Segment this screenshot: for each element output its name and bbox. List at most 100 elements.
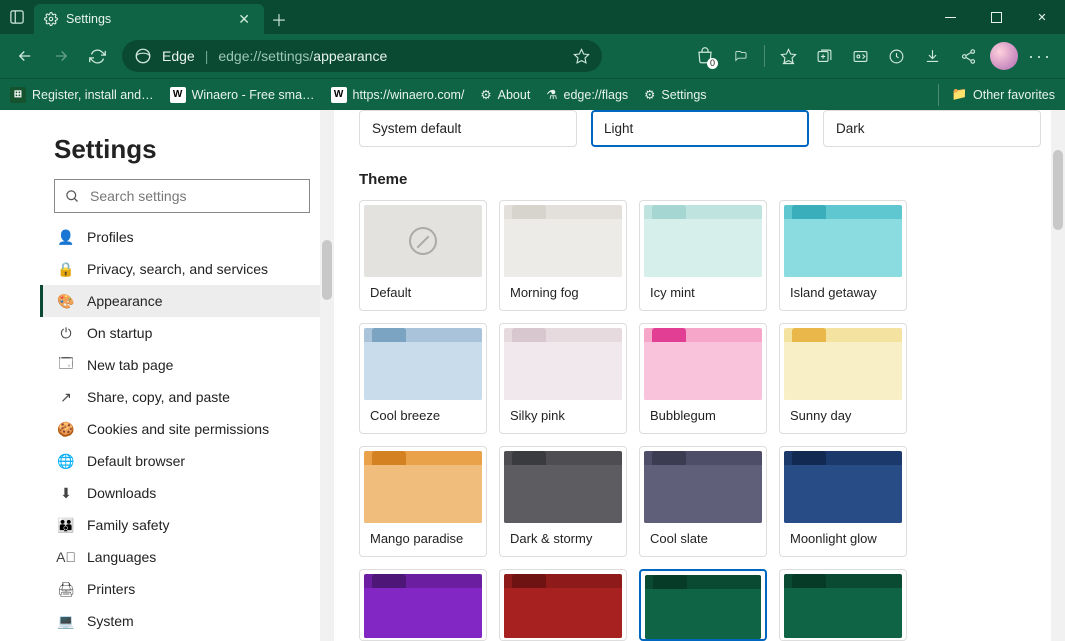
page-title: Settings <box>0 134 334 179</box>
sidebar-item-cookies-and-site-permissions[interactable]: 🍪Cookies and site permissions <box>40 413 334 445</box>
bookmark-item[interactable]: ⊞Register, install and… <box>10 87 154 103</box>
back-button[interactable] <box>8 39 42 73</box>
theme-card-unnamed[interactable] <box>639 569 767 641</box>
maximize-button[interactable] <box>973 0 1019 34</box>
theme-card-moonlight-glow[interactable]: Moonlight glow <box>779 446 907 557</box>
flask-icon: ⚗ <box>546 87 557 102</box>
address-bar[interactable]: Edge | edge://settings/appearance <box>122 40 602 72</box>
nav-label: Printers <box>87 581 135 597</box>
new-tab-button[interactable]: ＋ <box>264 4 294 34</box>
scrollbar-thumb[interactable] <box>1053 150 1063 230</box>
mode-card-dark[interactable]: Dark <box>823 110 1041 147</box>
folder-icon: 📁 <box>951 87 967 102</box>
gear-icon: ⚙ <box>644 87 655 102</box>
nav-icon: 👤 <box>57 229 75 246</box>
downloads-icon[interactable] <box>915 39 949 73</box>
theme-card-morning-fog[interactable]: Morning fog <box>499 200 627 311</box>
minimize-button[interactable] <box>927 0 973 34</box>
search-input[interactable]: Search settings <box>54 179 310 213</box>
nav-label: On startup <box>87 325 152 341</box>
scrollbar-thumb[interactable] <box>322 240 332 300</box>
sidebar-item-languages[interactable]: A゙Languages <box>40 541 334 573</box>
sidebar-item-system[interactable]: 💻System <box>40 605 334 637</box>
nav-label: Default browser <box>87 453 185 469</box>
theme-swatch <box>504 205 622 277</box>
profile-avatar[interactable] <box>987 39 1021 73</box>
bookmark-label: edge://flags <box>564 88 629 102</box>
sidebar-item-on-startup[interactable]: ⏻On startup <box>40 317 334 349</box>
screenshot-icon[interactable] <box>843 39 877 73</box>
theme-swatch <box>504 451 622 523</box>
sidebar-item-privacy-search-and-services[interactable]: 🔒Privacy, search, and services <box>40 253 334 285</box>
sidebar-item-family-safety[interactable]: 👪Family safety <box>40 509 334 541</box>
nav-label: Appearance <box>87 293 163 309</box>
theme-card-silky-pink[interactable]: Silky pink <box>499 323 627 434</box>
sidebar-item-profiles[interactable]: 👤Profiles <box>40 221 334 253</box>
bookmark-item[interactable]: ⚙About <box>480 87 530 102</box>
tab-actions-icon[interactable] <box>6 6 28 28</box>
sidebar-item-new-tab-page[interactable]: 🗔New tab page <box>40 349 334 381</box>
theme-swatch <box>364 574 482 638</box>
sidebar-item-downloads[interactable]: ⬇Downloads <box>40 477 334 509</box>
refresh-button[interactable] <box>80 39 114 73</box>
nav-label: Share, copy, and paste <box>87 389 230 405</box>
bookmark-item[interactable]: ⚙Settings <box>644 87 706 102</box>
mode-row: System default Light Dark <box>359 110 1041 147</box>
url-page: appearance <box>313 48 387 64</box>
nav-icon: ⬇ <box>57 485 75 502</box>
theme-card-sunny-day[interactable]: Sunny day <box>779 323 907 434</box>
sidebar-item-appearance[interactable]: 🎨Appearance <box>40 285 334 317</box>
collections-icon[interactable] <box>807 39 841 73</box>
scrollbar[interactable] <box>320 110 334 641</box>
theme-label: Cool breeze <box>360 400 486 433</box>
page-content: Settings Search settings 👤Profiles🔒Priva… <box>0 110 1065 641</box>
mode-card-system-default[interactable]: System default <box>359 110 577 147</box>
more-menu-icon[interactable]: ··· <box>1023 39 1057 73</box>
theme-card-mango-paradise[interactable]: Mango paradise <box>359 446 487 557</box>
theme-swatch <box>504 574 622 638</box>
search-placeholder: Search settings <box>90 188 187 204</box>
theme-card-cool-breeze[interactable]: Cool breeze <box>359 323 487 434</box>
theme-card-cool-slate[interactable]: Cool slate <box>639 446 767 557</box>
scrollbar[interactable] <box>1051 110 1065 641</box>
theme-label: Cool slate <box>640 523 766 556</box>
favorite-star-icon[interactable] <box>573 48 590 65</box>
forward-button[interactable] <box>44 39 78 73</box>
nav-icon: A゙ <box>57 549 75 565</box>
theme-card-icy-mint[interactable]: Icy mint <box>639 200 767 311</box>
theme-card-dark-stormy[interactable]: Dark & stormy <box>499 446 627 557</box>
bookmark-item[interactable]: WWinaero - Free sma… <box>170 87 315 103</box>
browser-label: Edge <box>162 48 195 64</box>
close-window-button[interactable]: ✕ <box>1019 0 1065 34</box>
extensions-shopping-icon[interactable]: 0 <box>688 39 722 73</box>
settings-main: System defaultLightDark Theme DefaultMor… <box>335 110 1065 641</box>
favorites-icon[interactable] <box>771 39 805 73</box>
settings-nav: 👤Profiles🔒Privacy, search, and services🎨… <box>0 221 334 637</box>
theme-card-unnamed[interactable] <box>359 569 487 641</box>
extensions-icon[interactable] <box>724 39 758 73</box>
theme-card-bubblegum[interactable]: Bubblegum <box>639 323 767 434</box>
bookmark-item[interactable]: ⚗ edge://flags <box>546 87 628 102</box>
theme-swatch <box>644 451 762 523</box>
history-icon[interactable] <box>879 39 913 73</box>
theme-card-default[interactable]: Default <box>359 200 487 311</box>
sidebar-item-share-copy-and-paste[interactable]: ↗Share, copy, and paste <box>40 381 334 413</box>
gear-icon: ⚙ <box>480 87 491 102</box>
theme-swatch <box>364 451 482 523</box>
theme-grid: DefaultMorning fogIcy mintIsland getaway… <box>359 200 1041 641</box>
theme-card-unnamed[interactable] <box>499 569 627 641</box>
browser-tab[interactable]: Settings ✕ <box>34 4 264 34</box>
sidebar-item-printers[interactable]: 🖨Printers <box>40 573 334 605</box>
theme-swatch <box>644 328 762 400</box>
mode-card-light[interactable]: Light <box>591 110 809 147</box>
theme-swatch <box>364 205 482 277</box>
sidebar-item-default-browser[interactable]: 🌐Default browser <box>40 445 334 477</box>
nav-label: Privacy, search, and services <box>87 261 268 277</box>
theme-card-island-getaway[interactable]: Island getaway <box>779 200 907 311</box>
close-tab-icon[interactable]: ✕ <box>234 11 254 28</box>
share-icon[interactable] <box>951 39 985 73</box>
theme-card-unnamed[interactable] <box>779 569 907 641</box>
bookmark-item[interactable]: Whttps://winaero.com/ <box>331 87 465 103</box>
theme-label: Silky pink <box>500 400 626 433</box>
other-favorites[interactable]: 📁Other favorites <box>951 87 1055 102</box>
